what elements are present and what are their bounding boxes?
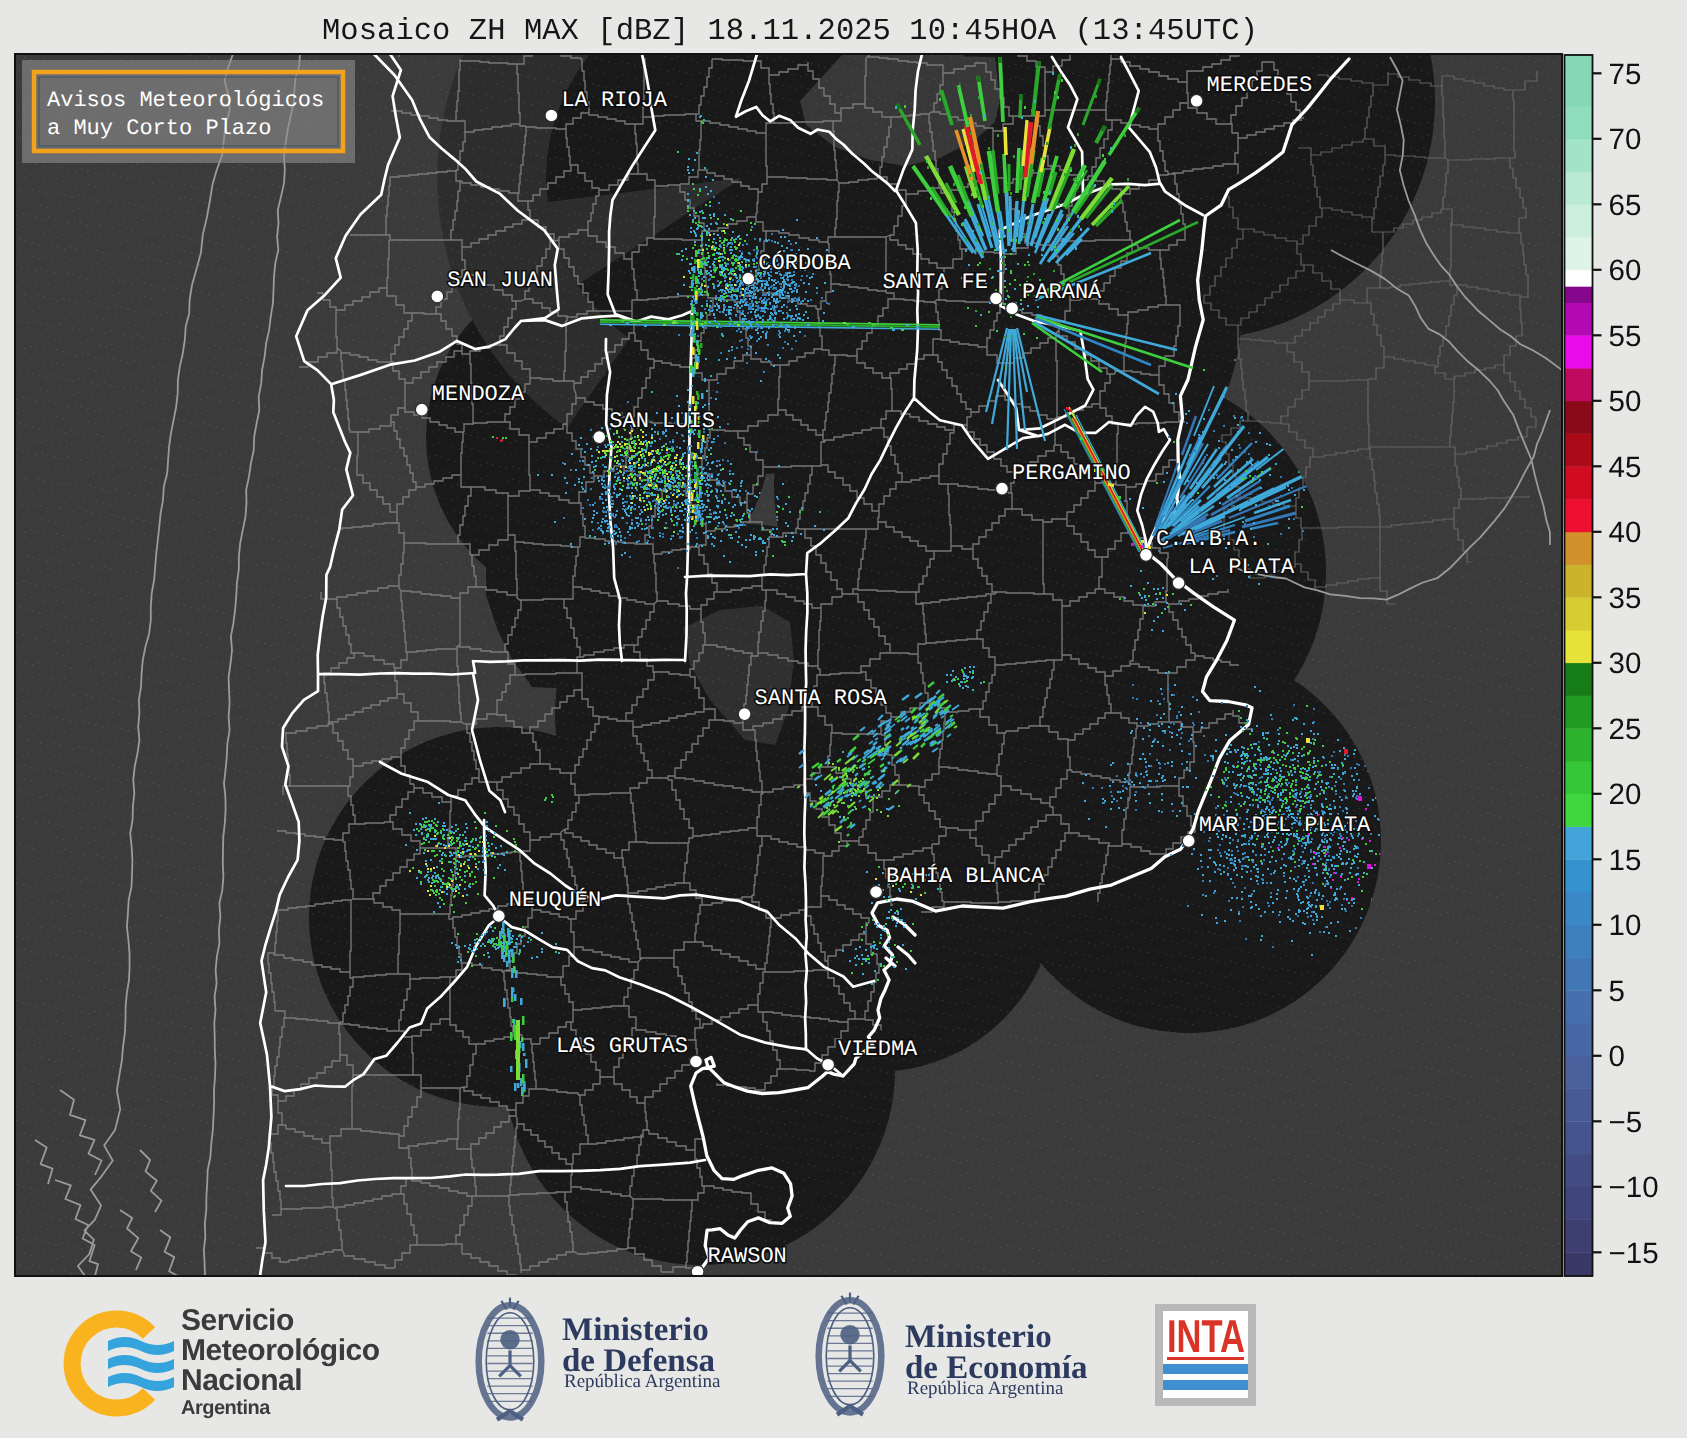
svg-text:LA PLATA: LA PLATA xyxy=(1189,555,1295,580)
svg-text:PARANÁ: PARANÁ xyxy=(1022,279,1102,305)
svg-text:SANTA FE: SANTA FE xyxy=(882,270,988,295)
svg-text:a Muy Corto Plazo: a Muy Corto Plazo xyxy=(47,116,271,141)
svg-text:−15: −15 xyxy=(1609,1237,1659,1270)
svg-text:VIEDMA: VIEDMA xyxy=(838,1037,918,1062)
svg-text:PERGAMINO: PERGAMINO xyxy=(1012,461,1131,486)
svg-text:65: 65 xyxy=(1609,189,1642,222)
svg-text:INTA: INTA xyxy=(1167,1310,1245,1362)
svg-text:60: 60 xyxy=(1609,254,1642,287)
svg-text:SAN JUAN: SAN JUAN xyxy=(447,268,553,293)
svg-text:Mosaico ZH MAX [dBZ] 18.11.202: Mosaico ZH MAX [dBZ] 18.11.2025 10:45HOA… xyxy=(322,15,1258,49)
svg-text:Servicio: Servicio xyxy=(181,1304,294,1337)
svg-text:Argentina: Argentina xyxy=(181,1397,271,1419)
svg-text:40: 40 xyxy=(1609,516,1642,549)
svg-text:50: 50 xyxy=(1609,385,1642,418)
svg-text:MAR DEL PLATA: MAR DEL PLATA xyxy=(1199,813,1371,838)
svg-text:LA RIOJA: LA RIOJA xyxy=(561,88,667,113)
svg-text:MERCEDES: MERCEDES xyxy=(1207,73,1313,98)
svg-text:35: 35 xyxy=(1609,582,1642,615)
svg-text:15: 15 xyxy=(1609,844,1642,877)
svg-text:LAS GRUTAS: LAS GRUTAS xyxy=(556,1034,688,1059)
svg-text:MENDOZA: MENDOZA xyxy=(432,382,525,407)
svg-text:−5: −5 xyxy=(1609,1106,1643,1139)
svg-text:−10: −10 xyxy=(1609,1171,1659,1204)
svg-text:5: 5 xyxy=(1609,975,1625,1008)
svg-text:C.A.B.A.: C.A.B.A. xyxy=(1156,527,1262,552)
svg-text:Avisos Meteorológicos: Avisos Meteorológicos xyxy=(47,88,324,113)
svg-text:25: 25 xyxy=(1609,713,1642,746)
svg-text:0: 0 xyxy=(1609,1040,1625,1073)
svg-text:55: 55 xyxy=(1609,320,1642,353)
svg-text:SAN LUIS: SAN LUIS xyxy=(609,409,715,434)
svg-text:Meteorológico: Meteorológico xyxy=(181,1334,380,1367)
svg-text:República Argentina: República Argentina xyxy=(564,1371,721,1392)
svg-text:45: 45 xyxy=(1609,451,1642,484)
svg-text:RAWSON: RAWSON xyxy=(708,1244,787,1269)
svg-text:30: 30 xyxy=(1609,647,1642,680)
svg-text:BAHÍA BLANCA: BAHÍA BLANCA xyxy=(886,863,1045,889)
svg-text:75: 75 xyxy=(1609,58,1642,91)
svg-text:10: 10 xyxy=(1609,909,1642,942)
svg-text:20: 20 xyxy=(1609,778,1642,811)
svg-text:Nacional: Nacional xyxy=(181,1364,302,1397)
svg-text:NEUQUÉN: NEUQUÉN xyxy=(509,887,601,913)
svg-text:CÓRDOBA: CÓRDOBA xyxy=(758,250,851,276)
svg-text:República Argentina: República Argentina xyxy=(907,1378,1064,1399)
svg-text:70: 70 xyxy=(1609,123,1642,156)
svg-text:SANTA ROSA: SANTA ROSA xyxy=(755,686,888,711)
